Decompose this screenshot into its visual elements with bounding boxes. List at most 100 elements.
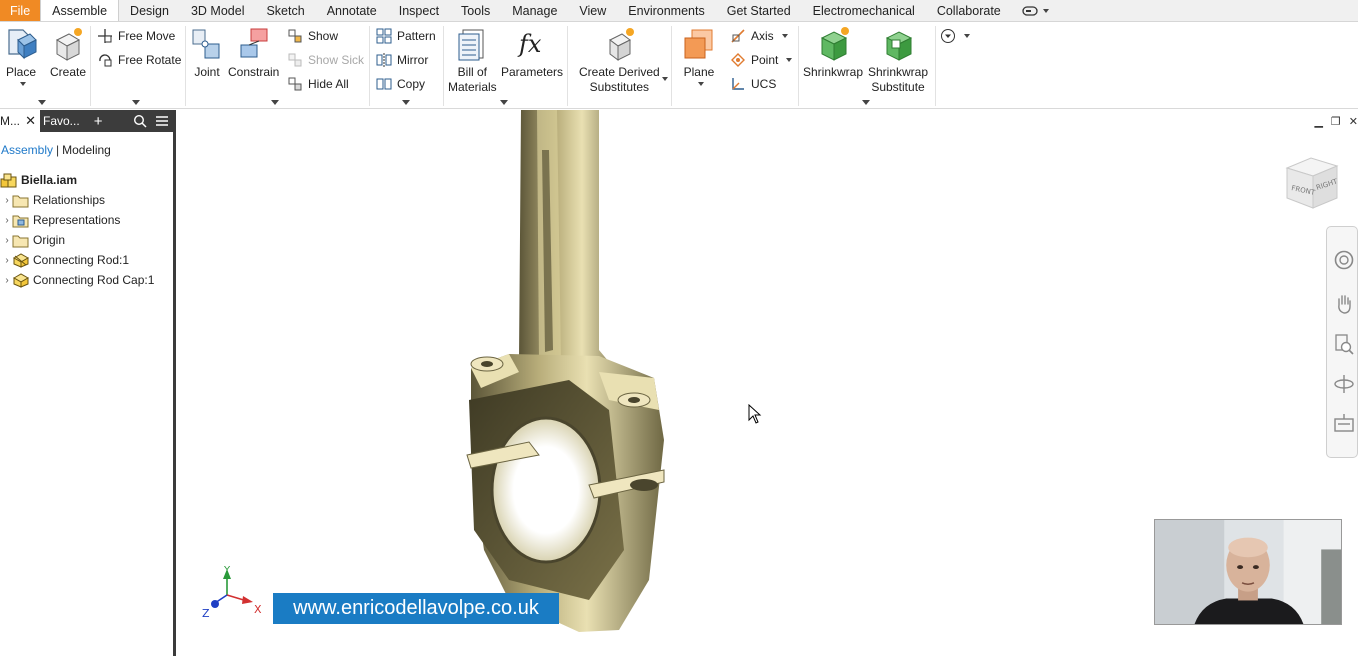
pattern-button[interactable]: Pattern [376,26,436,46]
tab-model-browser[interactable]: M... ✕ [0,110,40,132]
tab-3d-model[interactable]: 3D Model [180,0,256,21]
tree-item-relationships[interactable]: › Relationships [0,190,173,210]
graphics-viewport[interactable]: ▁ ❐ ✕ FRONT RIGHT Y X Z www.enricodellav… [179,110,1358,656]
tab-get-started[interactable]: Get Started [716,0,802,21]
panel-divider [185,26,186,106]
close-icon[interactable]: ✕ [1349,115,1358,128]
tree-item-connecting-rod-cap[interactable]: › Connecting Rod Cap:1 [0,270,173,290]
parameters-button[interactable]: fx Parameters [501,26,563,80]
point-button[interactable]: Point [730,50,793,70]
manage-panel-expander[interactable] [500,100,508,105]
chevron-right-icon[interactable]: › [2,215,12,226]
show-sick-button[interactable]: Show Sick [287,50,364,70]
axis-button[interactable]: Axis [730,26,788,46]
tree-item-origin[interactable]: › Origin [0,230,173,250]
chevron-right-icon[interactable]: › [2,235,12,246]
search-icon[interactable] [133,114,147,128]
tab-annotate[interactable]: Annotate [316,0,388,21]
chevron-right-icon[interactable]: › [2,195,12,206]
create-button[interactable]: Create [50,26,86,80]
tree-root[interactable]: Biella.iam [0,170,173,190]
position-panel-expander[interactable] [132,100,140,105]
ucs-icon [732,78,744,90]
pattern-icon [376,28,392,44]
chevron-right-icon[interactable]: › [2,255,12,266]
axis-z-label: Z [202,607,210,620]
show-label: Show [308,29,339,43]
bill-of-materials-icon [458,29,484,61]
add-tab-icon[interactable]: + [94,113,103,130]
steering-wheel-icon[interactable] [1333,249,1355,271]
hide-all-label: Hide All [308,77,349,91]
ribbon-display-toggle[interactable] [1012,0,1059,21]
create-derived-substitutes-button[interactable]: Create Derived Substitutes [579,26,660,95]
bom-label-line1: Bill of [457,65,488,79]
hide-all-button[interactable]: Hide All [287,74,349,94]
point-label: Point [751,53,779,67]
free-move-button[interactable]: Free Move [97,26,175,46]
tab-design[interactable]: Design [119,0,180,21]
constrain-button[interactable]: Constrain [228,26,279,80]
show-button[interactable]: Show [287,26,338,46]
tab-assemble[interactable]: Assemble [40,0,120,21]
shrinkwrap-label: Shrinkwrap [803,65,864,79]
mode-assembly[interactable]: Assembly [1,143,53,157]
watermark-banner: www.enricodellavolpe.co.uk [273,593,559,624]
menu-icon[interactable] [155,114,169,128]
tab-tools[interactable]: Tools [450,0,501,21]
free-rotate-button[interactable]: Free Rotate [97,50,181,70]
shrinkwrap-substitute-button[interactable]: Shrinkwrap Substitute [868,26,928,95]
model-tab-label: M... [0,114,20,128]
tree-item-label: Representations [33,213,121,227]
viewcube[interactable]: FRONT RIGHT [1281,152,1343,214]
zoom-icon[interactable] [1333,333,1355,355]
close-icon[interactable]: ✕ [25,113,36,129]
mirror-button[interactable]: Mirror [376,50,428,70]
minimize-icon[interactable]: ▁ [1314,115,1322,128]
part-icon [12,252,29,268]
tab-collaborate[interactable]: Collaborate [926,0,1012,21]
panel-divider [90,26,91,106]
tab-manage[interactable]: Manage [501,0,568,21]
bill-of-materials-button[interactable]: Bill of Materials [448,26,497,95]
tab-electromechanical[interactable]: Electromechanical [802,0,926,21]
pan-hand-icon[interactable] [1333,293,1355,315]
tab-environments[interactable]: Environments [617,0,715,21]
axis-x-label: X [254,603,262,616]
joint-button[interactable]: Joint [190,26,224,80]
tree-item-representations[interactable]: › Representations [0,210,173,230]
pattern-label: Pattern [397,29,436,43]
mode-modeling[interactable]: Modeling [62,143,111,157]
tab-favorites[interactable]: Favo... + [40,110,173,132]
shrinkwrap-button[interactable]: Shrinkwrap [803,26,863,80]
relationships-panel-expander[interactable] [271,100,279,105]
restore-icon[interactable]: ❐ [1331,115,1341,128]
place-button[interactable]: Place [4,26,38,86]
ucs-label: UCS [751,77,777,91]
copy-button[interactable]: Copy [376,74,425,94]
simplification-panel-expander[interactable] [862,100,870,105]
chevron-down-icon[interactable] [662,77,668,81]
chevron-down-icon [786,58,793,62]
axis-label: Axis [751,29,774,43]
plane-button[interactable]: Plane [682,26,716,86]
look-at-icon[interactable] [1333,413,1355,435]
ribbon-customize-button[interactable] [940,26,970,46]
ucs-button[interactable]: UCS [730,74,776,94]
panel-divider [798,26,799,106]
browser-tab-strip: M... ✕ Favo... + [0,110,173,132]
chevron-right-icon[interactable]: › [2,275,12,286]
axis-triad: Y X Z [202,565,262,620]
create-component-icon [55,28,83,61]
free-rotate-label: Free Rotate [118,53,182,67]
tab-view[interactable]: View [568,0,617,21]
tab-inspect[interactable]: Inspect [388,0,450,21]
tree-item-connecting-rod[interactable]: › Connecting Rod:1 [0,250,173,270]
place-icon [8,29,37,60]
connecting-rod-model[interactable] [449,110,709,640]
pattern-panel-expander[interactable] [402,100,410,105]
component-panel-expander[interactable] [38,100,46,105]
tab-file[interactable]: File [0,0,41,21]
tab-sketch[interactable]: Sketch [255,0,315,21]
orbit-icon[interactable] [1333,373,1355,395]
